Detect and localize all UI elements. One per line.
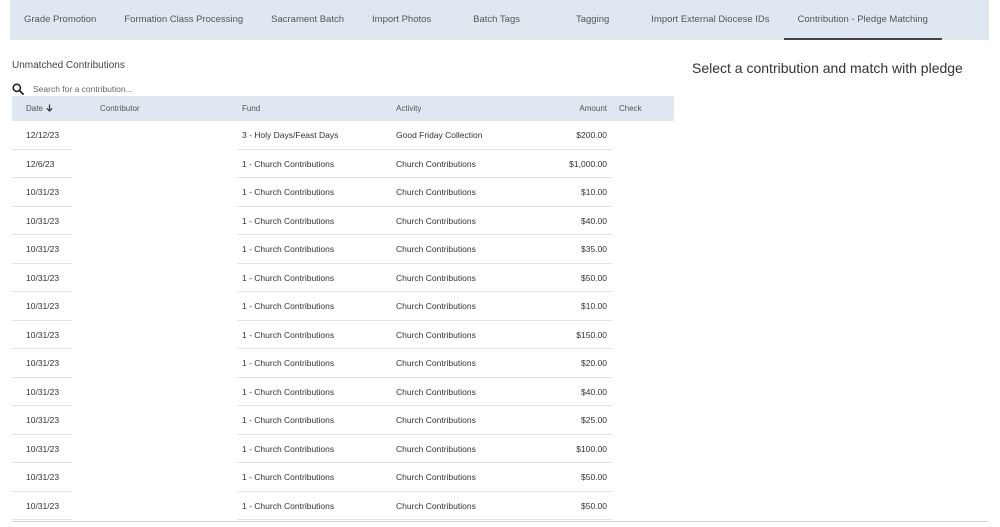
arrow-down-icon <box>46 104 53 112</box>
cell-activity: Church Contributions <box>396 158 476 169</box>
divider <box>12 521 988 522</box>
cell-activity: Church Contributions <box>396 500 476 511</box>
cell-amount: $50.00 <box>581 500 607 511</box>
cell-fund: 1 - Church Contributions <box>242 187 335 197</box>
tab-import-external-diocese-ids[interactable]: Import External Diocese IDs <box>637 0 783 40</box>
row-divider <box>12 519 72 520</box>
table-header: Date Contributor Fund Activity Amount Ch… <box>12 96 674 121</box>
cell-fund: 1 - Church Contributions <box>242 415 335 425</box>
table-row[interactable]: 12/6/23 1 - Church Contributions Church Co… <box>12 150 674 178</box>
cell-activity: Church Contributions <box>396 329 476 340</box>
table-row[interactable]: 12/12/23 3 - Holy Days/Feast Days Good Fri… <box>12 121 674 150</box>
cell-activity: Church Contributions <box>396 415 476 425</box>
cell-date: 10/31/23 <box>26 386 60 397</box>
cell-fund: 1 - Church Contributions <box>242 215 335 226</box>
tab-batch-tags[interactable]: Batch Tags <box>445 0 548 40</box>
table-row[interactable]: 10/31/23 1 - Church Contributions Church C… <box>12 321 674 349</box>
search-icon <box>12 83 24 95</box>
cell-fund: 1 - Church Contributions <box>242 358 335 368</box>
cell-fund: 1 - Church Contributions <box>242 244 335 254</box>
contribution-search <box>12 81 312 97</box>
row-divider <box>237 519 612 520</box>
cell-amount: $50.00 <box>581 472 607 482</box>
cell-date: 10/31/23 <box>26 215 60 226</box>
cell-activity: Church Contributions <box>396 187 476 197</box>
cell-fund: 1 - Church Contributions <box>242 500 335 511</box>
column-header-check[interactable]: Check <box>619 96 642 121</box>
cell-date: 10/31/23 <box>26 443 60 454</box>
cell-date: 10/31/23 <box>26 301 60 311</box>
column-header-fund[interactable]: Fund <box>242 96 260 121</box>
cell-activity: Church Contributions <box>396 358 476 368</box>
column-header-contributor[interactable]: Contributor <box>100 96 140 121</box>
cell-activity: Church Contributions <box>396 443 476 454</box>
tab-formation-class-processing[interactable]: Formation Class Processing <box>110 0 257 40</box>
table-row[interactable]: 10/31/23 1 - Church Contributions Church C… <box>12 349 674 378</box>
cell-date: 12/12/23 <box>26 130 60 140</box>
cell-amount: $35.00 <box>581 244 607 254</box>
table-row[interactable]: 10/31/23 1 - Church Contributions Church C… <box>12 463 674 492</box>
cell-date: 10/31/23 <box>26 244 60 254</box>
unmatched-contributions-title: Unmatched Contributions <box>12 60 125 71</box>
cell-fund: 1 - Church Contributions <box>242 301 335 311</box>
cell-date: 10/31/23 <box>26 358 60 368</box>
cell-date: 10/31/23 <box>26 272 60 283</box>
cell-amount: $150.00 <box>576 329 607 340</box>
tab-import-photos[interactable]: Import Photos <box>358 0 445 40</box>
cell-fund: 3 - Holy Days/Feast Days <box>242 130 339 140</box>
cell-fund: 1 - Church Contributions <box>242 443 335 454</box>
column-header-amount[interactable]: Amount <box>579 96 607 121</box>
cell-fund: 1 - Church Contributions <box>242 158 335 169</box>
cell-date: 10/31/23 <box>26 415 60 425</box>
cell-fund: 1 - Church Contributions <box>242 272 335 283</box>
cell-fund: 1 - Church Contributions <box>242 472 335 482</box>
column-header-activity[interactable]: Activity <box>396 96 421 121</box>
cell-activity: Church Contributions <box>396 272 476 283</box>
table-row[interactable]: 10/31/23 1 - Church Contributions Church C… <box>12 378 674 406</box>
cell-amount: $50.00 <box>581 272 607 283</box>
table-row[interactable]: 10/31/23 1 - Church Contributions Church C… <box>12 492 674 520</box>
cell-date: 10/31/23 <box>26 187 60 197</box>
unmatched-contributions-table: Date Contributor Fund Activity Amount Ch… <box>12 96 674 520</box>
tab-tagging[interactable]: Tagging <box>548 0 637 40</box>
cell-amount: $20.00 <box>581 358 607 368</box>
cell-activity: Church Contributions <box>396 301 476 311</box>
cell-date: 10/31/23 <box>26 500 60 511</box>
cell-amount: $10.00 <box>581 187 607 197</box>
table-row[interactable]: 10/31/23 1 - Church Contributions Church C… <box>12 178 674 207</box>
cell-amount: $200.00 <box>576 130 607 140</box>
cell-fund: 1 - Church Contributions <box>242 386 335 397</box>
table-body: 12/12/23 3 - Holy Days/Feast Days Good Fri… <box>12 121 674 520</box>
cell-activity: Church Contributions <box>396 386 476 397</box>
cell-amount: $100.00 <box>576 443 607 454</box>
table-row[interactable]: 10/31/23 1 - Church Contributions Church C… <box>12 235 674 264</box>
cell-date: 12/6/23 <box>26 158 55 169</box>
table-row[interactable]: 10/31/23 1 - Church Contributions Church C… <box>12 207 674 235</box>
tab-bar: Grade Promotion Formation Class Processi… <box>10 0 989 40</box>
cell-amount: $1,000.00 <box>569 158 607 169</box>
column-header-date-label: Date <box>26 104 43 113</box>
pledge-match-instruction: Select a contribution and match with ple… <box>692 60 963 76</box>
table-row[interactable]: 10/31/23 1 - Church Contributions Church C… <box>12 264 674 292</box>
table-row[interactable]: 10/31/23 1 - Church Contributions Church C… <box>12 406 674 435</box>
column-header-date[interactable]: Date <box>26 96 53 121</box>
contribution-search-input[interactable] <box>33 84 283 94</box>
tab-contribution-pledge-matching[interactable]: Contribution - Pledge Matching <box>783 0 943 40</box>
cell-amount: $40.00 <box>581 386 607 397</box>
table-row[interactable]: 10/31/23 1 - Church Contributions Church C… <box>12 292 674 321</box>
cell-date: 10/31/23 <box>26 329 60 340</box>
cell-activity: Good Friday Collection <box>396 130 483 140</box>
cell-activity: Church Contributions <box>396 472 476 482</box>
cell-activity: Church Contributions <box>396 215 476 226</box>
cell-activity: Church Contributions <box>396 244 476 254</box>
cell-amount: $25.00 <box>581 415 607 425</box>
cell-date: 10/31/23 <box>26 472 60 482</box>
tab-sacrament-batch[interactable]: Sacrament Batch <box>257 0 358 40</box>
tab-grade-promotion[interactable]: Grade Promotion <box>10 0 110 40</box>
cell-amount: $10.00 <box>581 301 607 311</box>
cell-amount: $40.00 <box>581 215 607 226</box>
table-row[interactable]: 10/31/23 1 - Church Contributions Church C… <box>12 435 674 463</box>
cell-fund: 1 - Church Contributions <box>242 329 335 340</box>
